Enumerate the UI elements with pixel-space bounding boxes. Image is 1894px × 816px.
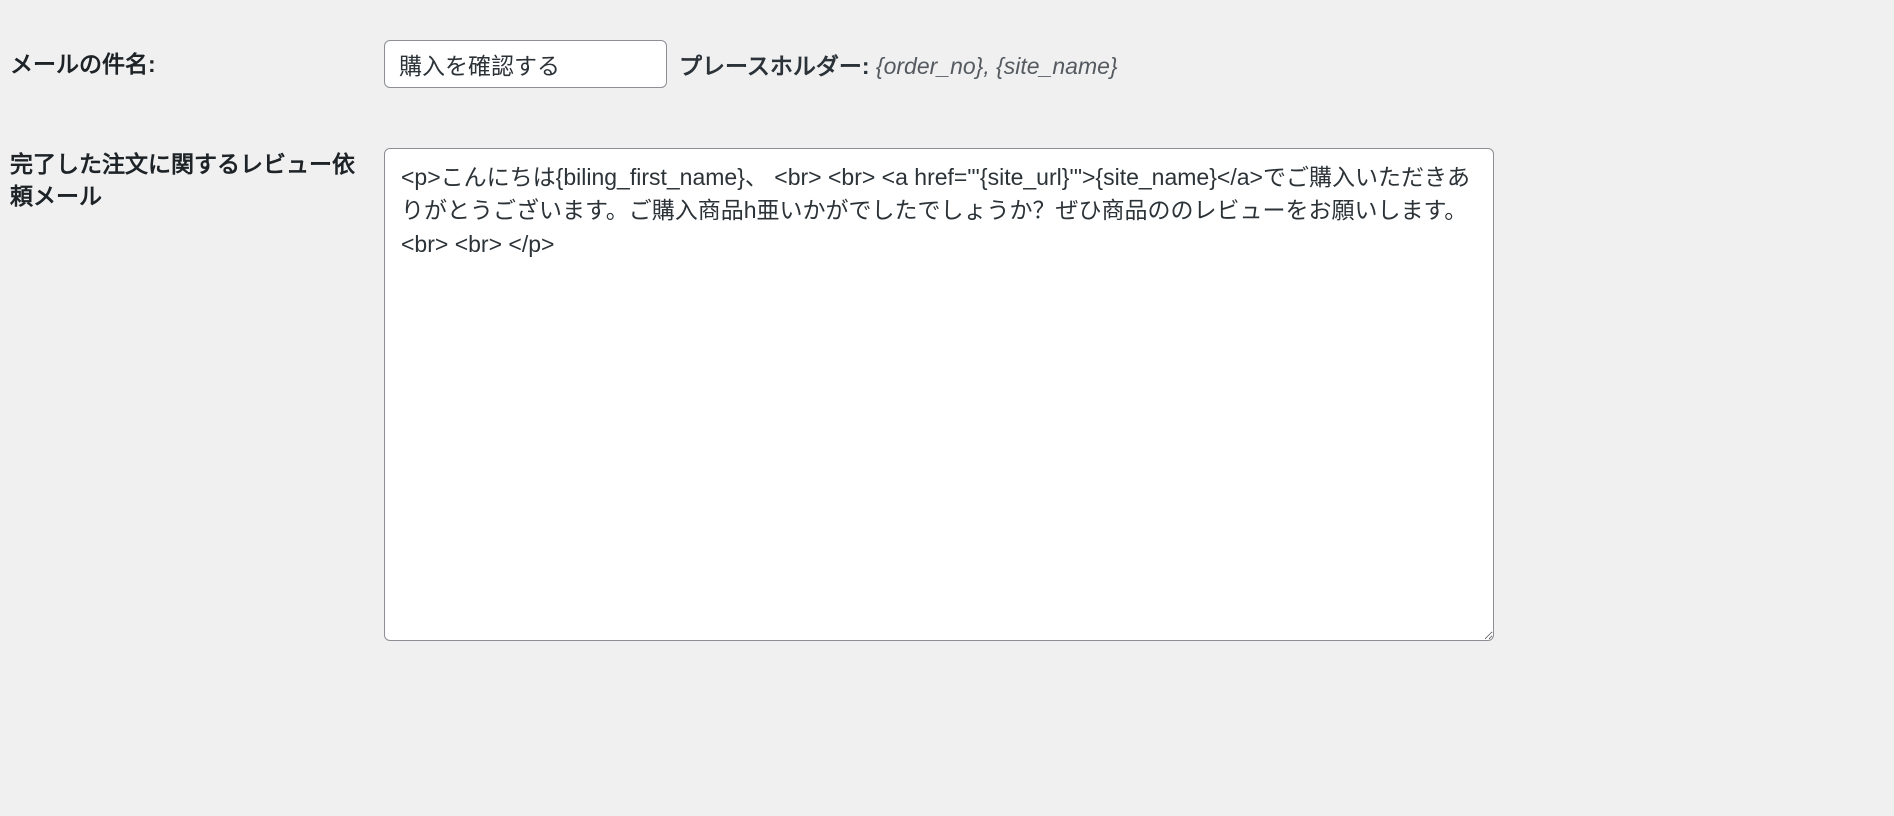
- email-subject-input[interactable]: [384, 40, 667, 88]
- review-request-email-row: 完了した注文に関するレビュー依頼メール <p>こんにちは{biling_firs…: [0, 128, 1894, 641]
- review-request-email-label: 完了した注文に関するレビュー依頼メール: [10, 148, 384, 212]
- email-subject-placeholder-hint: プレースホルダー: {order_no}, {site_name}: [679, 47, 1118, 81]
- placeholder-hint-label: プレースホルダー:: [679, 53, 870, 79]
- email-subject-row: メールの件名: プレースホルダー: {order_no}, {site_name…: [0, 0, 1894, 128]
- review-request-email-textarea[interactable]: <p>こんにちは{biling_first_name}、 <br> <br> <…: [384, 148, 1494, 641]
- email-subject-label: メールの件名:: [10, 48, 384, 80]
- email-subject-field-group: プレースホルダー: {order_no}, {site_name}: [384, 40, 1884, 88]
- placeholder-hint-values: {order_no}, {site_name}: [876, 53, 1118, 79]
- review-request-email-field-group: <p>こんにちは{biling_first_name}、 <br> <br> <…: [384, 148, 1884, 641]
